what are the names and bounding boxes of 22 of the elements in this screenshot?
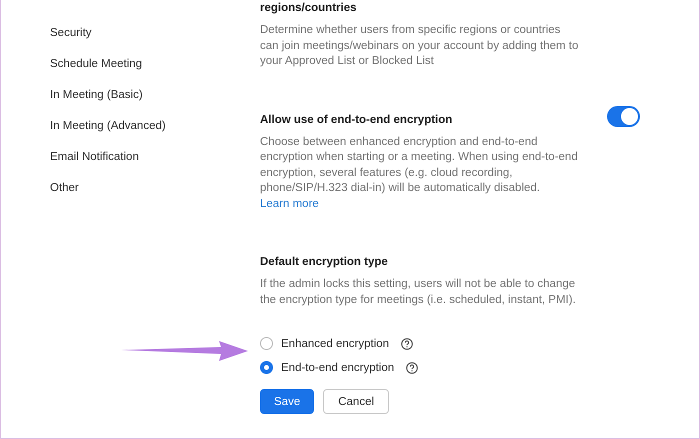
save-button[interactable]: Save [260,389,314,414]
setting-description: Choose between enhanced encryption and end-to-end encryption when starting or a meeting. When using end-to-end encryption, several features (e.g. cloud recording, phone/SIP/H.323 dial-in) will be automatically disabled. Learn more [260,134,579,212]
cancel-button[interactable]: Cancel [323,389,390,414]
help-icon[interactable] [406,362,418,374]
sidebar-item[interactable]: In Meeting (Advanced) [50,118,260,135]
setting-title: Allow use of end-to-end encryption [260,112,452,128]
setting-title: regions/countries [260,1,356,16]
sidebar-item[interactable]: Schedule Meeting [50,56,260,73]
radio-button[interactable] [260,337,273,350]
radio-label: Enhanced encryption [281,338,390,350]
setting-description: If the admin locks this setting, users will not be able to change the encryption type for meetings (i.e. scheduled, instant, PMI). [260,277,577,308]
sidebar-item[interactable]: In Meeting (Basic) [50,87,260,104]
radio-button[interactable] [260,361,273,374]
setting-title: Default encryption type [260,255,388,270]
sidebar-item[interactable]: Email Notification [50,149,260,166]
setting-description: Determine whether users from specific regions or countries can join meetings/webinars on your account by adding them to your Approved List or Blocked List [260,23,580,69]
learn-more-link[interactable]: Learn more [260,198,319,210]
sidebar-item[interactable]: Security [50,25,260,42]
toggle-switch[interactable] [607,106,640,126]
sidebar-item[interactable]: Other [50,180,260,197]
help-icon[interactable] [401,338,414,350]
radio-label: End-to-end encryption [281,362,394,374]
